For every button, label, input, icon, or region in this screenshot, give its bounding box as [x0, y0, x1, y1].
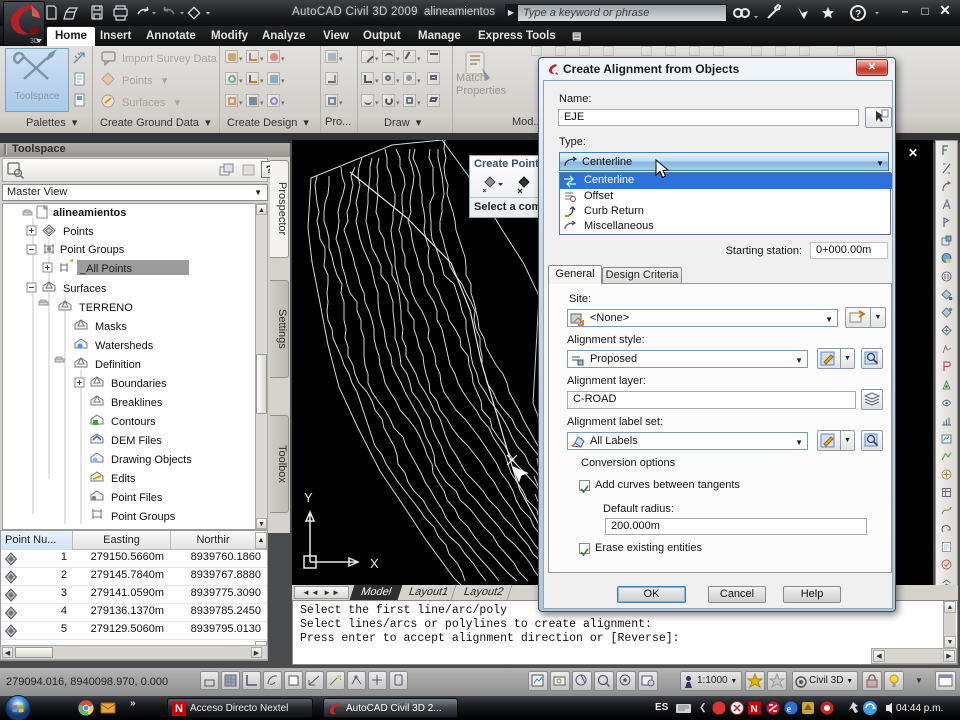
svg-text:Point Files: Point Files — [111, 492, 163, 504]
svg-text:Contours: Contours — [111, 416, 156, 428]
svg-text:X: X — [370, 556, 379, 571]
svg-text:Edits: Edits — [111, 473, 136, 485]
svg-text:Points: Points — [63, 226, 94, 238]
svg-text:DEM Files: DEM Files — [111, 435, 162, 447]
svg-text:Boundaries: Boundaries — [111, 378, 167, 390]
svg-text:Masks: Masks — [95, 321, 127, 333]
svg-text:e: e — [787, 703, 792, 715]
svg-text:Breaklines: Breaklines — [111, 397, 163, 409]
svg-text:Surfaces: Surfaces — [63, 283, 107, 295]
svg-text:Point Groups: Point Groups — [60, 244, 125, 256]
svg-text:Watersheds: Watersheds — [95, 340, 154, 352]
svg-text:Y: Y — [304, 490, 313, 505]
svg-text:Point Groups: Point Groups — [111, 511, 176, 523]
svg-text:TERRENO: TERRENO — [79, 302, 133, 314]
svg-text:?: ? — [855, 9, 861, 20]
svg-text:Definition: Definition — [95, 359, 141, 371]
svg-text:Drawing Objects: Drawing Objects — [111, 454, 192, 466]
svg-text:_All Points: _All Points — [79, 263, 132, 275]
svg-text:N: N — [751, 704, 758, 715]
svg-text:alineamientos: alineamientos — [53, 207, 126, 219]
